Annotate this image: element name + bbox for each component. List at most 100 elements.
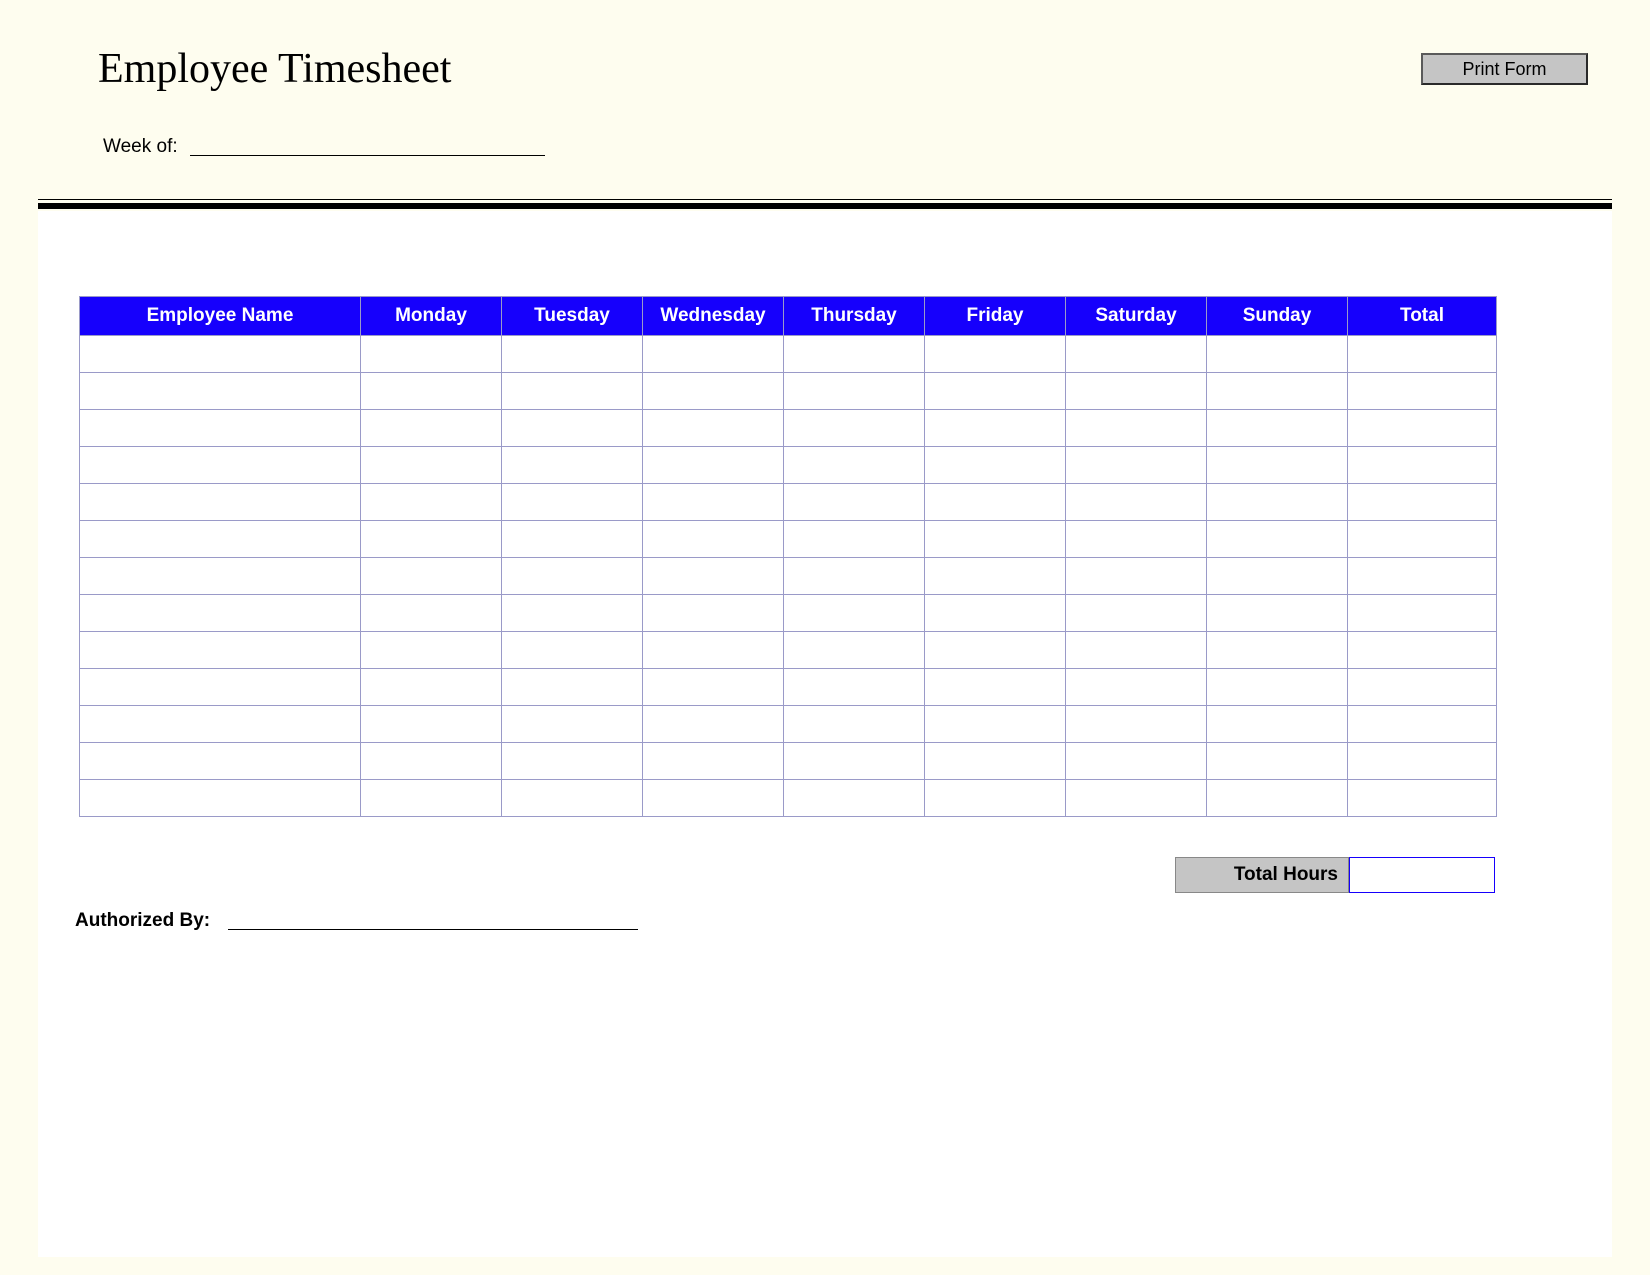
table-cell[interactable]	[1348, 558, 1497, 595]
table-cell[interactable]	[1066, 410, 1207, 447]
table-cell[interactable]	[784, 743, 925, 780]
table-cell[interactable]	[1207, 484, 1348, 521]
table-cell[interactable]	[502, 336, 643, 373]
table-cell[interactable]	[502, 521, 643, 558]
table-cell[interactable]	[925, 521, 1066, 558]
table-cell[interactable]	[784, 595, 925, 632]
table-cell[interactable]	[1066, 595, 1207, 632]
table-cell[interactable]	[784, 706, 925, 743]
table-cell[interactable]	[925, 632, 1066, 669]
table-cell[interactable]	[1348, 410, 1497, 447]
table-cell[interactable]	[1207, 336, 1348, 373]
table-cell[interactable]	[80, 521, 361, 558]
table-cell[interactable]	[784, 780, 925, 817]
table-cell[interactable]	[1066, 558, 1207, 595]
table-cell[interactable]	[1066, 743, 1207, 780]
table-cell[interactable]	[643, 669, 784, 706]
table-cell[interactable]	[784, 410, 925, 447]
table-cell[interactable]	[80, 484, 361, 521]
table-cell[interactable]	[502, 743, 643, 780]
table-cell[interactable]	[925, 373, 1066, 410]
table-cell[interactable]	[643, 558, 784, 595]
table-cell[interactable]	[925, 336, 1066, 373]
table-cell[interactable]	[361, 410, 502, 447]
table-cell[interactable]	[80, 336, 361, 373]
table-cell[interactable]	[1066, 447, 1207, 484]
table-cell[interactable]	[1348, 706, 1497, 743]
table-cell[interactable]	[925, 780, 1066, 817]
table-cell[interactable]	[925, 743, 1066, 780]
table-cell[interactable]	[80, 706, 361, 743]
table-cell[interactable]	[784, 484, 925, 521]
table-cell[interactable]	[925, 595, 1066, 632]
table-cell[interactable]	[925, 484, 1066, 521]
table-cell[interactable]	[925, 669, 1066, 706]
table-cell[interactable]	[361, 780, 502, 817]
table-cell[interactable]	[502, 558, 643, 595]
table-cell[interactable]	[1348, 632, 1497, 669]
table-cell[interactable]	[1066, 336, 1207, 373]
table-cell[interactable]	[80, 743, 361, 780]
table-cell[interactable]	[1348, 669, 1497, 706]
table-cell[interactable]	[80, 595, 361, 632]
table-cell[interactable]	[361, 447, 502, 484]
table-cell[interactable]	[1207, 743, 1348, 780]
table-cell[interactable]	[1207, 410, 1348, 447]
table-cell[interactable]	[361, 336, 502, 373]
total-hours-value[interactable]	[1349, 857, 1495, 893]
table-cell[interactable]	[80, 632, 361, 669]
table-cell[interactable]	[925, 558, 1066, 595]
table-cell[interactable]	[502, 373, 643, 410]
table-cell[interactable]	[784, 373, 925, 410]
table-cell[interactable]	[1207, 780, 1348, 817]
table-cell[interactable]	[1207, 447, 1348, 484]
table-cell[interactable]	[80, 447, 361, 484]
table-cell[interactable]	[502, 484, 643, 521]
table-cell[interactable]	[784, 669, 925, 706]
table-cell[interactable]	[80, 558, 361, 595]
table-cell[interactable]	[80, 780, 361, 817]
table-cell[interactable]	[925, 410, 1066, 447]
table-cell[interactable]	[361, 484, 502, 521]
table-cell[interactable]	[361, 558, 502, 595]
table-cell[interactable]	[643, 373, 784, 410]
table-cell[interactable]	[1348, 595, 1497, 632]
table-cell[interactable]	[361, 595, 502, 632]
table-cell[interactable]	[80, 373, 361, 410]
table-cell[interactable]	[1207, 558, 1348, 595]
table-cell[interactable]	[1348, 521, 1497, 558]
table-cell[interactable]	[1348, 373, 1497, 410]
table-cell[interactable]	[643, 410, 784, 447]
table-cell[interactable]	[1207, 595, 1348, 632]
table-cell[interactable]	[784, 447, 925, 484]
table-cell[interactable]	[1066, 669, 1207, 706]
authorized-by-input-line[interactable]	[228, 929, 638, 930]
table-cell[interactable]	[502, 632, 643, 669]
table-cell[interactable]	[643, 706, 784, 743]
week-of-input-line[interactable]	[190, 155, 545, 156]
table-cell[interactable]	[1348, 336, 1497, 373]
table-cell[interactable]	[784, 336, 925, 373]
table-cell[interactable]	[80, 669, 361, 706]
table-cell[interactable]	[1207, 706, 1348, 743]
table-cell[interactable]	[643, 336, 784, 373]
table-cell[interactable]	[784, 521, 925, 558]
table-cell[interactable]	[502, 780, 643, 817]
table-cell[interactable]	[1066, 632, 1207, 669]
table-cell[interactable]	[502, 447, 643, 484]
table-cell[interactable]	[643, 743, 784, 780]
table-cell[interactable]	[80, 410, 361, 447]
table-cell[interactable]	[1066, 706, 1207, 743]
table-cell[interactable]	[643, 521, 784, 558]
table-cell[interactable]	[1207, 521, 1348, 558]
table-cell[interactable]	[1207, 632, 1348, 669]
table-cell[interactable]	[361, 521, 502, 558]
table-cell[interactable]	[1348, 447, 1497, 484]
table-cell[interactable]	[502, 669, 643, 706]
table-cell[interactable]	[361, 669, 502, 706]
table-cell[interactable]	[643, 595, 784, 632]
table-cell[interactable]	[925, 706, 1066, 743]
table-cell[interactable]	[1066, 780, 1207, 817]
table-cell[interactable]	[1348, 780, 1497, 817]
table-cell[interactable]	[361, 743, 502, 780]
